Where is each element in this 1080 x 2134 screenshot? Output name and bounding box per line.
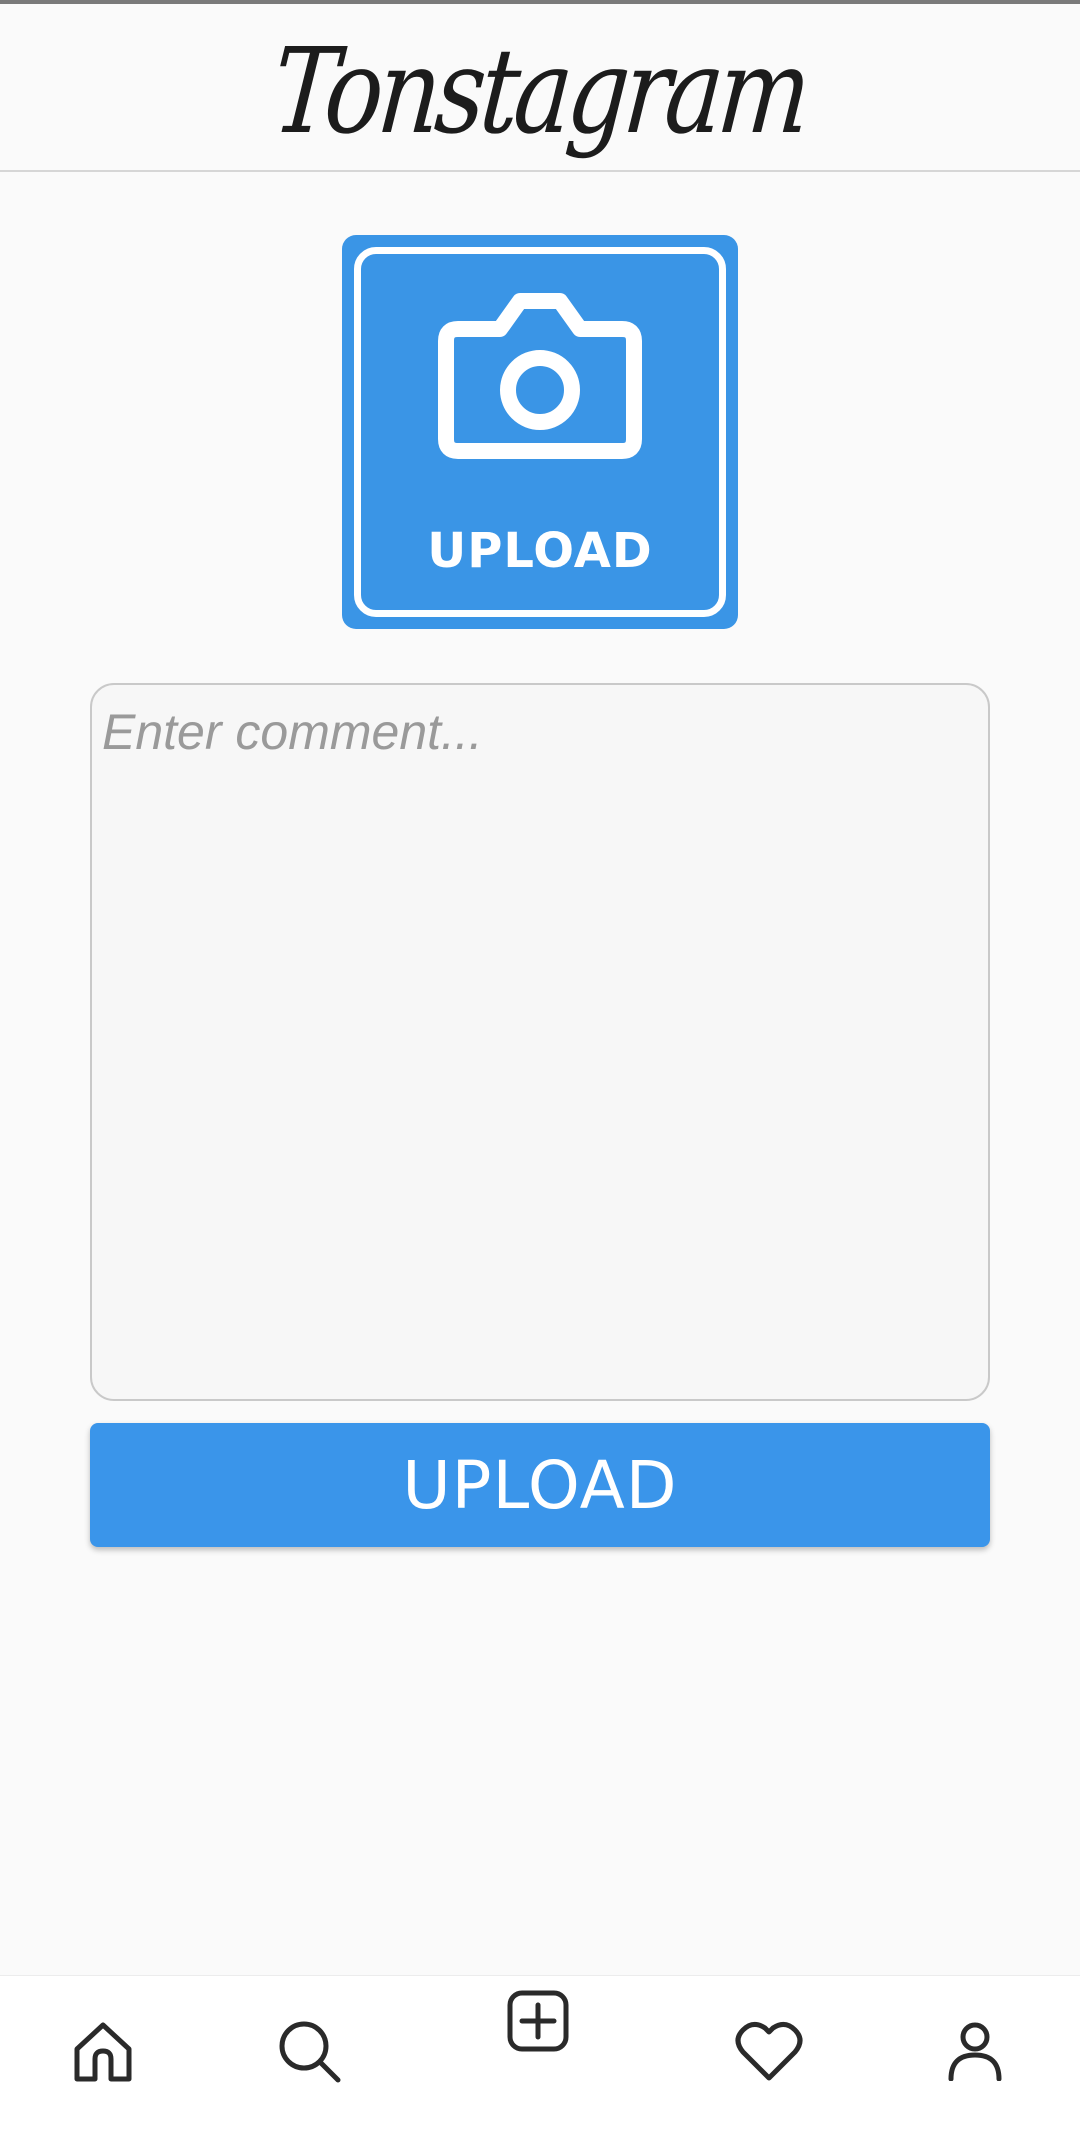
app-logo: Tonstagram (267, 22, 813, 160)
heart-icon (735, 2022, 803, 2081)
home-icon (74, 2022, 132, 2082)
nav-home[interactable] (58, 2006, 148, 2096)
add-post-icon (507, 1990, 569, 2052)
camera-icon (438, 293, 642, 459)
upload-screen: Tonstagram UPLOAD UPLOAD (0, 0, 1080, 2134)
profile-icon (948, 2022, 1002, 2081)
comment-input[interactable] (90, 683, 990, 1401)
photo-upload-label: UPLOAD (427, 523, 653, 579)
upload-button[interactable]: UPLOAD (90, 1423, 990, 1547)
nav-search[interactable] (264, 2006, 354, 2096)
nav-likes[interactable] (724, 2006, 814, 2096)
search-icon (279, 2021, 341, 2083)
nav-add-post[interactable] (493, 1976, 583, 2066)
photo-upload-button[interactable]: UPLOAD (342, 235, 738, 629)
app-header: Tonstagram (0, 4, 1080, 172)
bottom-navigation (0, 1975, 1080, 2134)
nav-profile[interactable] (930, 2006, 1020, 2096)
